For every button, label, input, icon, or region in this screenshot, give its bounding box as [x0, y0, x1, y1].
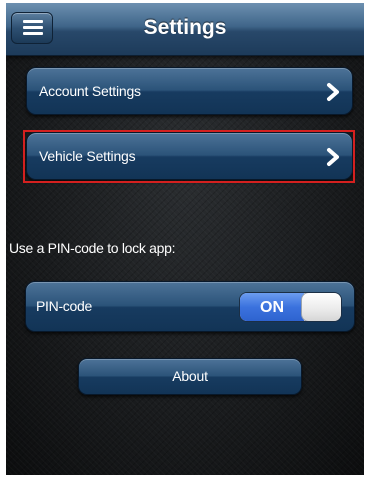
toggle-knob[interactable] — [301, 293, 341, 321]
pin-code-row: PIN-code ON — [25, 281, 355, 332]
chevron-right-icon — [327, 83, 339, 101]
pin-code-label: PIN-code — [36, 298, 92, 314]
pin-lock-caption: Use a PIN-code to lock app: — [9, 240, 176, 256]
account-settings-button[interactable]: Account Settings — [26, 67, 353, 115]
pin-code-toggle[interactable]: ON — [239, 292, 342, 322]
navigation-bar: Settings — [6, 3, 364, 56]
hamburger-menu-icon — [23, 20, 43, 36]
menu-button[interactable] — [11, 12, 53, 44]
phone-screen: Settings Account Settings Vehicle Settin… — [6, 3, 364, 475]
about-button[interactable]: About — [78, 358, 302, 395]
toggle-on-label: ON — [240, 293, 304, 321]
chevron-right-icon — [327, 148, 339, 166]
page-title: Settings — [143, 16, 227, 39]
vehicle-settings-label: Vehicle Settings — [39, 148, 136, 164]
vehicle-settings-button[interactable]: Vehicle Settings — [26, 132, 353, 180]
account-settings-label: Account Settings — [39, 83, 141, 99]
